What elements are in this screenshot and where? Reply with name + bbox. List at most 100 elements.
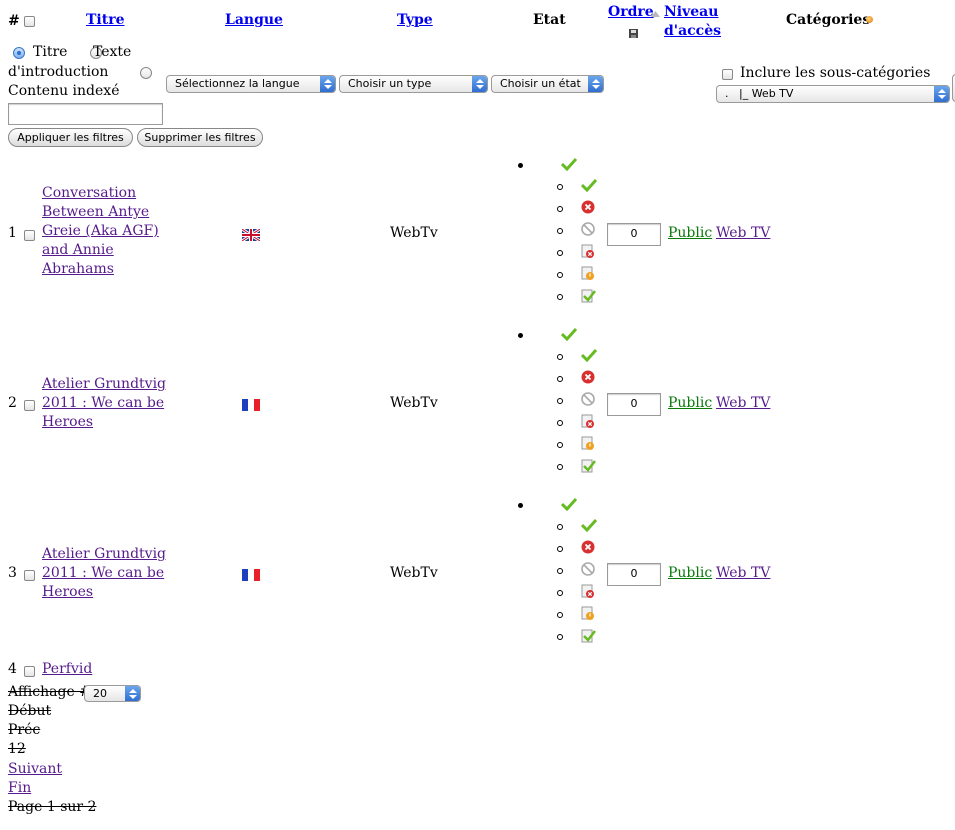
row-checkbox[interactable] — [24, 400, 35, 411]
row-title-link[interactable]: Between Antye — [42, 204, 149, 220]
approve-icon[interactable] — [581, 628, 596, 643]
approve-icon[interactable] — [581, 458, 596, 473]
published-state-icon[interactable] — [560, 157, 578, 172]
flag-fr-icon — [242, 569, 260, 581]
row-title-link[interactable]: Greie (Aka AGF) — [42, 223, 159, 239]
radio-texte-label-1: Texte — [93, 44, 132, 60]
trash-icon[interactable] — [581, 584, 595, 599]
pending-icon[interactable] — [581, 606, 595, 621]
select-all-checkbox[interactable] — [24, 16, 35, 27]
chevron-updown-icon — [320, 76, 335, 92]
include-subcategories-label: Inclure les sous-catégories — [740, 65, 931, 81]
display-count-label: Affichage # — [8, 684, 91, 700]
category-link[interactable]: Web TV — [716, 395, 770, 411]
row-title-link[interactable]: Perfvid — [42, 661, 92, 677]
unpublish-icon[interactable] — [581, 200, 595, 214]
save-order-icon[interactable] — [628, 27, 640, 39]
published-state-icon[interactable] — [560, 327, 578, 342]
pagination-suivant[interactable]: Suivant — [8, 761, 62, 777]
pending-icon[interactable] — [581, 436, 595, 451]
language-select-value: Sélectionnez la langue — [175, 77, 300, 90]
flag-fr-icon — [242, 399, 260, 411]
sort-type-link[interactable]: Type — [397, 12, 433, 28]
access-level-link[interactable]: Public — [668, 565, 712, 581]
list-circle — [557, 206, 563, 212]
include-subcategories-checkbox[interactable] — [722, 69, 733, 80]
category-info-icon[interactable] — [866, 16, 873, 23]
publish-icon[interactable] — [580, 178, 598, 193]
row-type: WebTv — [390, 225, 438, 241]
trash-icon[interactable] — [581, 244, 595, 259]
display-count-value: 20 — [93, 687, 107, 700]
row-title-link[interactable]: Atelier Grundtvig — [42, 376, 166, 392]
publish-icon[interactable] — [580, 518, 598, 533]
search-input[interactable] — [8, 103, 163, 125]
row-checkbox[interactable] — [24, 666, 35, 677]
type-select[interactable]: Choisir un type — [339, 75, 488, 93]
row-number: 2 — [8, 395, 17, 411]
category-select[interactable]: . |_ Web TV — [716, 85, 950, 103]
row-title-link[interactable]: and Annie — [42, 242, 114, 258]
row-title-link[interactable]: Atelier Grundtvig — [42, 546, 166, 562]
unpublish-icon[interactable] — [581, 370, 595, 384]
category-link[interactable]: Web TV — [716, 565, 770, 581]
row-checkbox[interactable] — [24, 230, 35, 241]
list-circle — [557, 184, 563, 190]
row-type: WebTv — [390, 565, 438, 581]
list-circle — [557, 442, 563, 448]
row-title-link[interactable]: Abrahams — [42, 261, 114, 277]
type-select-value: Choisir un type — [348, 77, 432, 90]
radio-titre-label: Titre — [33, 44, 68, 60]
list-circle — [557, 524, 563, 530]
list-circle — [557, 354, 563, 360]
published-state-icon[interactable] — [560, 497, 578, 512]
pagination-prec: Préc — [8, 722, 41, 738]
radio-contenu-indexe[interactable] — [139, 67, 152, 79]
row-number: 3 — [8, 565, 17, 581]
chevron-updown-icon — [588, 76, 603, 92]
sort-niveau-link-2[interactable]: d'accès — [664, 23, 721, 39]
pending-icon[interactable] — [581, 266, 595, 281]
row-title-link[interactable]: 2011 : We can be — [42, 565, 164, 581]
sort-niveau-link[interactable]: Niveau — [664, 4, 718, 20]
sort-asc-icon — [651, 11, 660, 17]
display-count-select[interactable]: 20 — [84, 685, 141, 702]
approve-icon[interactable] — [581, 288, 596, 303]
row-checkbox[interactable] — [24, 570, 35, 581]
pagination-fin[interactable]: Fin — [8, 780, 31, 796]
row-number: 1 — [8, 225, 17, 241]
list-circle — [557, 272, 563, 278]
order-input[interactable]: 0 — [607, 223, 661, 246]
radio-titre[interactable] — [13, 47, 25, 59]
sort-titre-link[interactable]: Titre — [86, 12, 125, 28]
row-title-link[interactable]: 2011 : We can be — [42, 395, 164, 411]
unpublish-icon[interactable] — [581, 540, 595, 554]
list-circle — [557, 398, 563, 404]
sort-ordre-link[interactable]: Ordre — [608, 4, 654, 20]
order-input[interactable]: 0 — [607, 393, 661, 416]
pagination-pages: 12 — [8, 741, 26, 757]
archive-icon[interactable] — [581, 392, 595, 406]
list-circle — [557, 376, 563, 382]
category-link[interactable]: Web TV — [716, 225, 770, 241]
list-circle — [557, 250, 563, 256]
state-select[interactable]: Choisir un état — [491, 75, 604, 93]
row-title-link[interactable]: Conversation — [42, 185, 136, 201]
state-select-value: Choisir un état — [500, 77, 581, 90]
access-level-link[interactable]: Public — [668, 395, 712, 411]
trash-icon[interactable] — [581, 414, 595, 429]
row-title-link[interactable]: Heroes — [42, 414, 93, 430]
order-input[interactable]: 0 — [607, 563, 661, 586]
sort-langue-link[interactable]: Langue — [225, 12, 283, 28]
publish-icon[interactable] — [580, 348, 598, 363]
archive-icon[interactable] — [581, 222, 595, 236]
access-level-link[interactable]: Public — [668, 225, 712, 241]
archive-icon[interactable] — [581, 562, 595, 576]
apply-filters-button[interactable]: Appliquer les filtres — [8, 128, 133, 147]
clear-filters-button[interactable]: Supprimer les filtres — [137, 128, 263, 147]
flag-uk-icon — [242, 229, 260, 241]
language-select[interactable]: Sélectionnez la langue — [166, 75, 336, 93]
bullet — [518, 163, 523, 168]
pagination-page-info: Page 1 sur 2 — [8, 799, 97, 815]
row-title-link[interactable]: Heroes — [42, 584, 93, 600]
